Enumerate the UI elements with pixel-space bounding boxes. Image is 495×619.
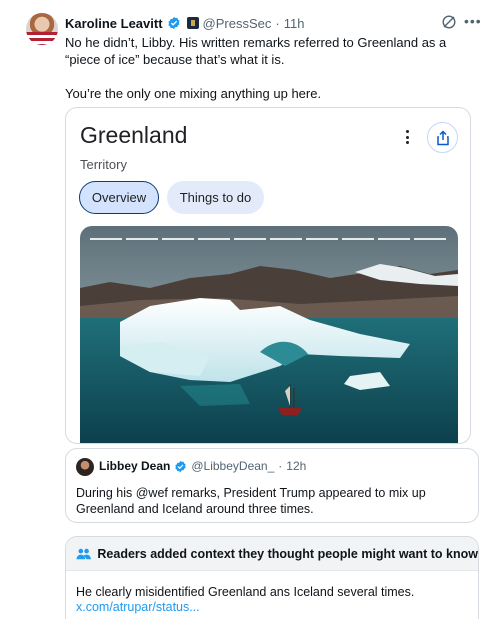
community-note-title: Readers added context they thought peopl… — [97, 546, 478, 561]
post-time[interactable]: 11h — [284, 16, 305, 31]
community-note: Readers added context they thought peopl… — [65, 536, 479, 619]
community-note-link[interactable]: x.com/atrupar/status... — [76, 600, 200, 614]
quoted-post[interactable]: Libbey Dean @LibbeyDean_ · 12h During hi… — [65, 448, 479, 523]
government-badge-icon — [186, 17, 199, 29]
card-subtitle: Territory — [80, 157, 127, 172]
quoted-post-text: During his @wef remarks, President Trump… — [76, 486, 426, 516]
author-handle[interactable]: @PressSec — [203, 16, 272, 31]
community-note-text: He clearly misidentified Greenland ans I… — [76, 585, 415, 599]
tab-overview[interactable]: Overview — [79, 181, 159, 214]
author-avatar[interactable] — [26, 13, 58, 45]
more-icon[interactable]: ••• — [464, 12, 482, 30]
search-result-card[interactable]: Greenland Territory Overview Things to d… — [65, 107, 471, 444]
greenland-photo[interactable] — [80, 226, 458, 443]
quoted-post-time[interactable]: 12h — [286, 459, 306, 473]
quoted-author-name[interactable]: Libbey Dean — [99, 459, 170, 473]
header-separator: · — [275, 15, 280, 31]
tab-things-to-do[interactable]: Things to do — [167, 181, 264, 214]
quoted-separator: · — [278, 459, 283, 473]
quoted-post-header: Libbey Dean @LibbeyDean_ · 12h — [99, 459, 306, 473]
community-note-header: Readers added context they thought peopl… — [66, 537, 478, 571]
quoted-author-avatar[interactable] — [76, 458, 94, 476]
post-text-line-2: You’re the only one mixing anything up h… — [65, 86, 322, 101]
grok-icon[interactable] — [441, 14, 457, 30]
post-header: Karoline Leavitt @PressSec · 11h — [65, 14, 304, 32]
post-text-line-1: No he didn’t, Libby. His written remarks… — [65, 35, 447, 67]
share-icon — [436, 129, 449, 145]
post-text: No he didn’t, Libby. His written remarks… — [65, 34, 485, 102]
people-icon — [76, 548, 91, 559]
verified-badge-icon — [167, 16, 180, 30]
verified-badge-icon — [175, 460, 187, 472]
post: Karoline Leavitt @PressSec · 11h ••• No … — [0, 0, 495, 619]
share-button[interactable] — [427, 122, 458, 153]
kebab-menu-icon[interactable] — [402, 128, 412, 146]
author-name[interactable]: Karoline Leavitt — [65, 16, 163, 31]
quoted-author-handle[interactable]: @LibbeyDean_ — [191, 459, 274, 473]
card-title: Greenland — [80, 122, 188, 148]
